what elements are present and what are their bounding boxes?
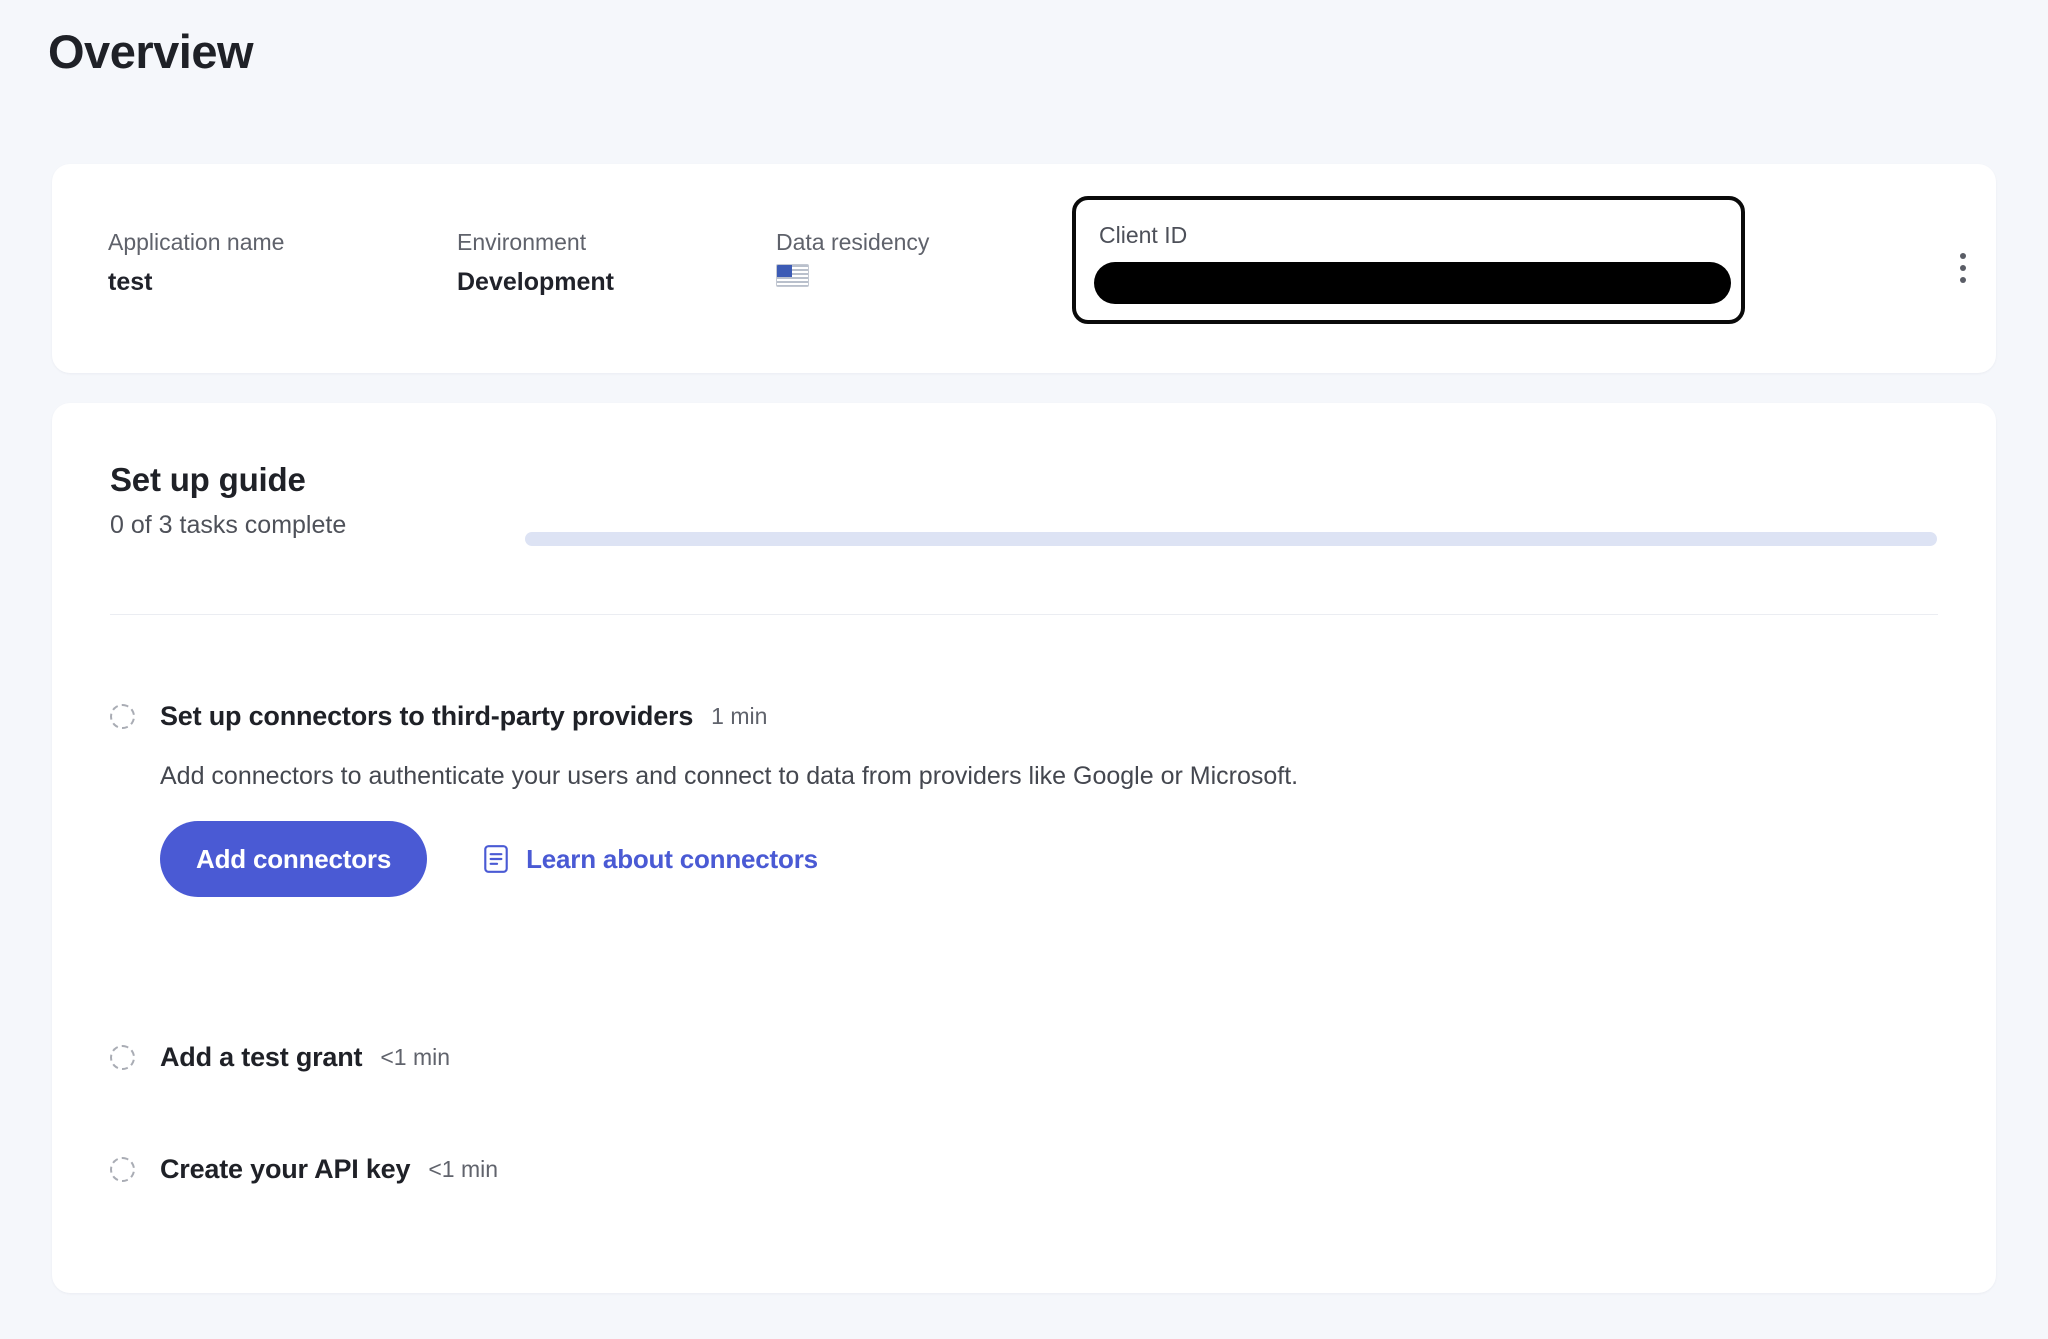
client-id-label: Client ID	[1099, 222, 1188, 248]
field-label-application-name: Application name	[108, 229, 285, 255]
overview-page: Overview Application name test Environme…	[0, 0, 2048, 1339]
setup-guide-card: Set up guide 0 of 3 tasks complete Set u…	[52, 403, 1996, 1293]
field-value-environment: Development	[457, 267, 614, 296]
setup-task-connectors: Set up connectors to third-party provide…	[110, 699, 1938, 897]
field-label-data-residency: Data residency	[776, 229, 930, 255]
page-title: Overview	[48, 25, 254, 78]
setup-guide-progress-bar	[525, 532, 1937, 546]
task-duration-connectors: 1 min	[711, 702, 768, 729]
field-environment: Environment Development	[457, 228, 614, 298]
learn-about-connectors-label: Learn about connectors	[526, 843, 818, 874]
task-title-connectors: Set up connectors to third-party provide…	[160, 700, 694, 731]
setup-guide-progress-text: 0 of 3 tasks complete	[110, 511, 347, 540]
application-info-card: Application name test Environment Develo…	[52, 164, 1996, 373]
task-header: Set up connectors to third-party provide…	[110, 699, 1938, 733]
task-checkbox-test-grant[interactable]	[110, 1044, 135, 1070]
task-description-connectors: Add connectors to authenticate your user…	[160, 762, 1299, 790]
setup-task-api-key: Create your API key <1 min	[110, 1152, 1938, 1186]
client-id-redacted-value	[1094, 262, 1731, 304]
client-id-field[interactable]: Client ID	[1072, 196, 1745, 324]
setup-guide-header: Set up guide 0 of 3 tasks complete	[110, 459, 346, 542]
field-data-residency: Data residency	[776, 228, 929, 287]
task-header: Add a test grant <1 min	[110, 1040, 1938, 1074]
task-header: Create your API key <1 min	[110, 1152, 1938, 1186]
task-actions-connectors: Add connectors Learn about connectors	[160, 821, 1938, 897]
field-value-application-name: test	[108, 267, 153, 296]
setup-guide-title: Set up guide	[110, 461, 306, 498]
field-value-data-residency	[776, 263, 929, 287]
kebab-dot-3	[1960, 277, 1966, 283]
kebab-dot-1	[1960, 253, 1966, 259]
us-flag-icon	[776, 263, 809, 287]
field-label-environment: Environment	[457, 229, 587, 255]
task-title-test-grant: Add a test grant	[160, 1041, 363, 1072]
task-duration-api-key: <1 min	[428, 1155, 499, 1182]
learn-about-connectors-link[interactable]: Learn about connectors	[483, 844, 818, 875]
section-divider	[110, 614, 1938, 615]
document-icon	[484, 845, 508, 873]
field-application-name: Application name test	[108, 228, 284, 298]
add-connectors-button[interactable]: Add connectors	[160, 821, 428, 897]
task-title-api-key: Create your API key	[160, 1153, 411, 1184]
task-duration-test-grant: <1 min	[380, 1043, 451, 1070]
kebab-menu-icon[interactable]	[1937, 242, 1989, 294]
setup-task-test-grant: Add a test grant <1 min	[110, 1040, 1938, 1074]
task-checkbox-api-key[interactable]	[110, 1156, 135, 1182]
task-checkbox-connectors[interactable]	[110, 703, 135, 729]
kebab-dot-2	[1960, 265, 1966, 271]
